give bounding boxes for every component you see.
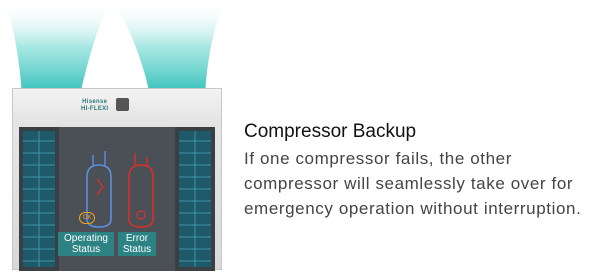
unit-top-panel: Hisense HI-FLEXI — [13, 89, 221, 127]
error-status-label: Error Status — [118, 232, 156, 256]
brand-badge-icon — [116, 98, 129, 111]
unit-body — [19, 127, 215, 271]
operating-status-label: Operating Status — [58, 232, 114, 256]
feature-title: Compressor Backup — [244, 121, 417, 142]
outdoor-unit: Hisense HI-FLEXI — [12, 88, 222, 271]
left-coil-grille — [23, 131, 55, 267]
feature-text: Compressor Backup If one compressor fail… — [244, 120, 604, 221]
feature-description: If one compressor fails, the other compr… — [244, 149, 582, 218]
outdoor-unit-illustration: Hisense HI-FLEXI OK Operating Status Err… — [0, 0, 230, 271]
brand-logo: Hisense HI-FLEXI — [81, 99, 109, 112]
right-coil-grille — [179, 131, 211, 267]
ok-indicator-icon: OK — [79, 212, 95, 224]
airflow-graphic — [5, 0, 225, 95]
